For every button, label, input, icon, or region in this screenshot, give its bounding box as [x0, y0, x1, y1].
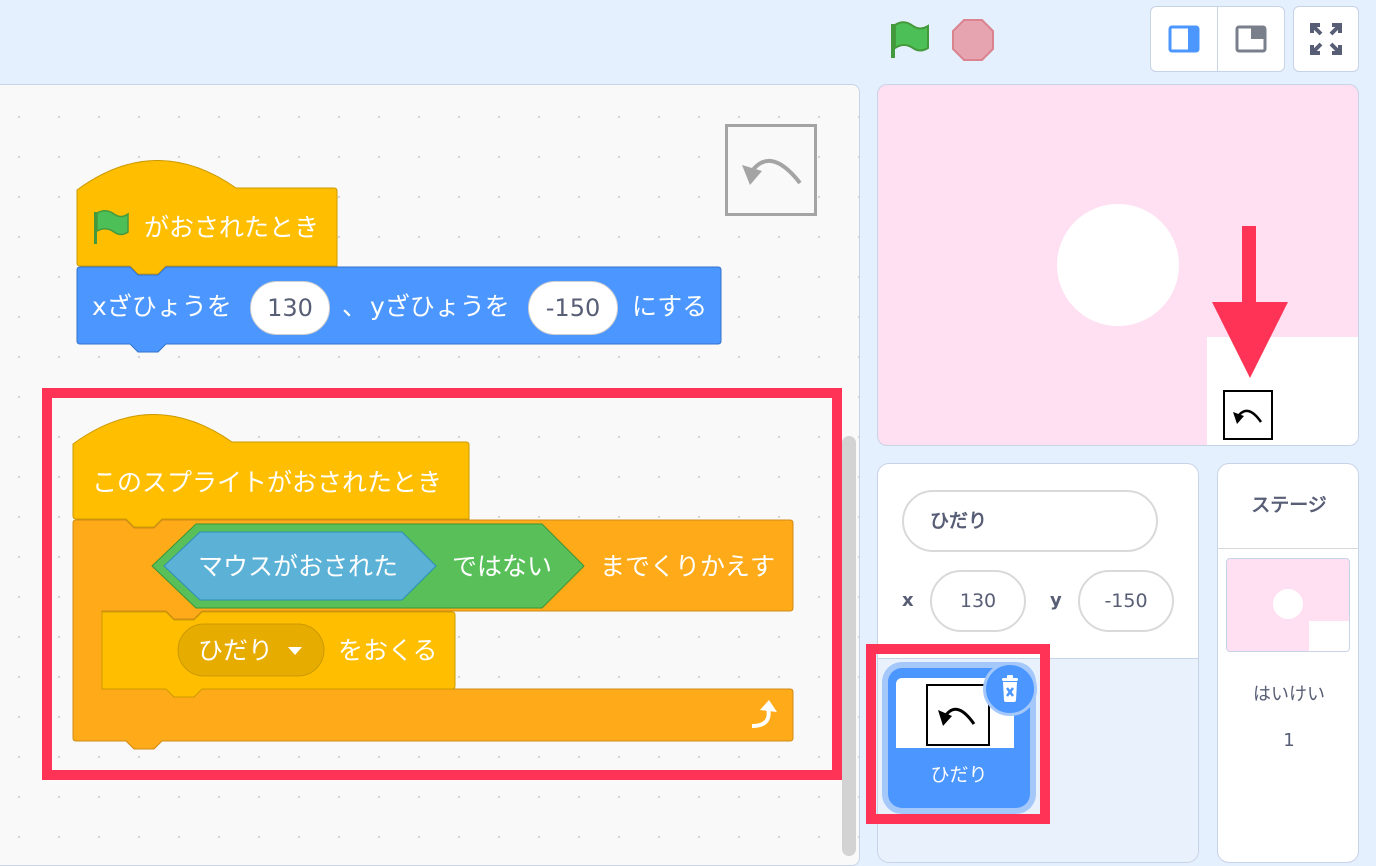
green-flag-icon — [891, 21, 929, 58]
small-stage-button[interactable] — [1150, 6, 1218, 72]
goto-suffix: にする — [632, 292, 708, 321]
stage-panel-divider — [1218, 548, 1358, 549]
sprite-x-label: x — [902, 590, 914, 611]
sprite-name-field[interactable]: ひだり — [902, 490, 1158, 552]
stage-sprite-hidari[interactable] — [1223, 390, 1273, 440]
undo-arrow-icon — [1233, 409, 1263, 424]
stage-thumb-corner — [1309, 621, 1349, 651]
highlight-script-box — [42, 388, 842, 780]
backdrops-count: 1 — [1283, 730, 1295, 751]
script-green-flag[interactable] — [76, 160, 726, 360]
stage-thumb-circle — [1273, 589, 1303, 619]
fullscreen-icon — [1310, 23, 1342, 55]
sprite-y-field[interactable]: -150 — [1078, 570, 1174, 632]
backdrops-label: はいけい — [1253, 684, 1325, 705]
sprite-y-label: y — [1050, 590, 1062, 611]
green-flag-button[interactable] — [888, 20, 930, 66]
fullscreen-button[interactable] — [1293, 6, 1359, 72]
large-stage-icon — [1235, 25, 1267, 53]
undo-arrow-icon — [742, 158, 802, 185]
highlight-sprite-box — [866, 644, 1050, 824]
stop-icon — [952, 19, 994, 61]
sprite-preview-box — [725, 124, 817, 216]
goto-separator: 、 — [342, 292, 368, 321]
stage-thumbnail — [1226, 558, 1350, 652]
code-scrollbar[interactable] — [842, 436, 856, 856]
stage-target-panel[interactable]: ステージ はいけい 1 — [1217, 463, 1359, 863]
goto-x-label: xざひょうを — [92, 292, 232, 321]
goto-y-input[interactable]: -150 — [528, 281, 618, 335]
sprite-x-field[interactable]: 130 — [930, 570, 1026, 632]
stage-panel-title: ステージ — [1251, 494, 1327, 516]
down-arrow-annotation-icon — [1212, 226, 1288, 378]
stage-white-circle — [1057, 204, 1179, 326]
goto-y-label: yざひょうを — [370, 292, 510, 321]
large-stage-button[interactable] — [1217, 6, 1285, 72]
goto-x-input[interactable]: 130 — [250, 281, 330, 335]
flag-hat-label: がおされたとき — [144, 213, 320, 242]
small-stage-icon — [1168, 25, 1200, 53]
stop-button[interactable] — [951, 18, 995, 66]
